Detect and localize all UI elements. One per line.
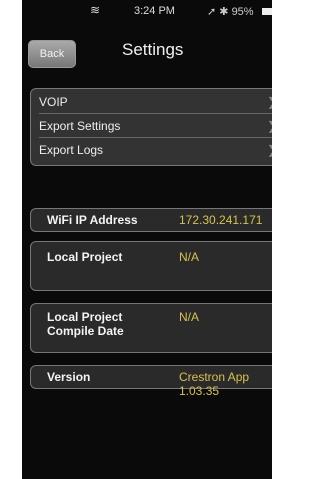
app-screen: ≋ 3:24 PM ➚ ✱ 95% Back Settings VOIP ❯ E…: [22, 0, 272, 479]
wifi-ip-panel: WiFi IP Address 172.30.241.171: [30, 208, 272, 232]
status-bar: ≋ 3:24 PM ➚ ✱ 95%: [22, 0, 272, 22]
page-title: Settings: [122, 40, 184, 59]
compile-date-label-line2: Compile Date: [47, 324, 124, 338]
menu-item-export-settings[interactable]: Export Settings: [39, 119, 120, 133]
wifi-icon: ≋: [90, 3, 101, 17]
local-project-panel: Local Project N/A: [30, 241, 272, 291]
chevron-right-icon: ❯: [267, 143, 272, 157]
back-button[interactable]: Back: [28, 40, 76, 68]
compile-date-value: N/A: [179, 310, 200, 324]
chevron-right-icon: ❯: [267, 119, 272, 133]
status-battery-percent: ➚ ✱ 95%: [207, 6, 254, 18]
location-arrow-icon: ➚: [207, 6, 217, 18]
chevron-right-icon: ❯: [267, 95, 272, 109]
menu-item-voip[interactable]: VOIP: [39, 95, 68, 109]
divider: [39, 113, 272, 114]
status-time: 3:24 PM: [134, 5, 175, 17]
wifi-ip-value: 172.30.241.171: [179, 213, 263, 227]
version-value: Crestron App 1.03.35: [179, 370, 250, 398]
divider: [39, 137, 272, 138]
menu-item-export-logs[interactable]: Export Logs: [39, 143, 103, 157]
wifi-ip-label: WiFi IP Address: [47, 213, 138, 227]
compile-date-label-line1: Local Project: [47, 310, 123, 324]
settings-menu: VOIP ❯ Export Settings ❯ Export Logs ❯: [30, 88, 272, 166]
compile-date-panel: Local Project Compile Date N/A: [30, 303, 272, 353]
local-project-value: N/A: [179, 250, 200, 264]
local-project-label: Local Project: [47, 250, 123, 264]
battery-icon: [262, 8, 272, 15]
version-panel: Version Crestron App 1.03.35: [30, 365, 272, 398]
bluetooth-icon: ✱: [219, 6, 229, 18]
version-label: Version: [47, 370, 91, 384]
